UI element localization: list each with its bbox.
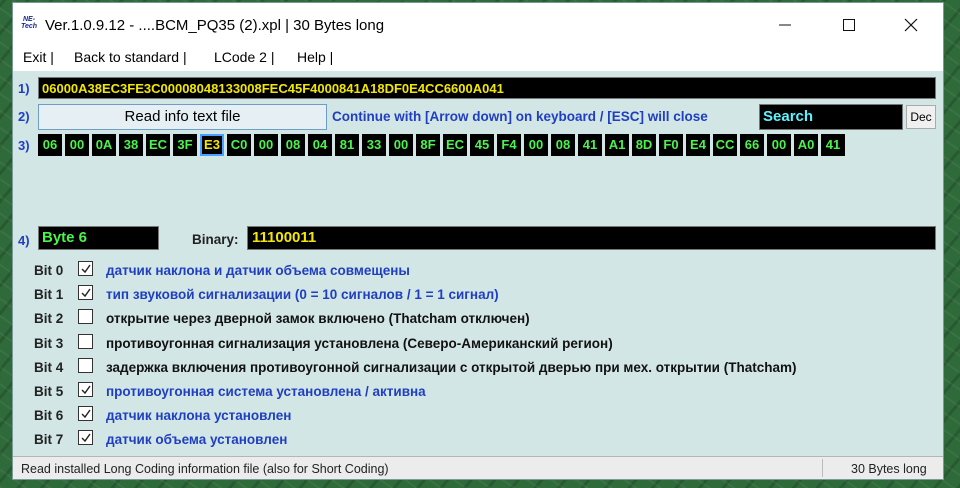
minimize-icon bbox=[779, 24, 791, 26]
row-label-1: 1) bbox=[18, 81, 30, 96]
status-message: Read installed Long Coding information f… bbox=[21, 462, 389, 476]
byte-cell[interactable]: 00 bbox=[767, 134, 791, 156]
menu-lcode2[interactable]: LCode 2 | bbox=[214, 49, 274, 65]
bit-checkbox[interactable] bbox=[78, 285, 93, 301]
checkmark-icon bbox=[81, 264, 91, 274]
bit-label: Bit 1 bbox=[34, 287, 64, 303]
byte-number-field: Byte 6 bbox=[38, 226, 159, 250]
byte-cell[interactable]: 06 bbox=[38, 134, 62, 156]
app-logo-top-text: NE- bbox=[22, 16, 36, 23]
bit-description: датчик объема установлен bbox=[106, 432, 288, 448]
bit-label: Bit 4 bbox=[34, 359, 64, 375]
long-coding-field[interactable]: 06000A38EC3FE3C00008048133008FEC45F40008… bbox=[38, 77, 936, 99]
byte-cell[interactable]: 66 bbox=[740, 134, 764, 156]
checkmark-icon bbox=[81, 385, 91, 395]
binary-label: Binary: bbox=[192, 232, 239, 247]
byte-cell[interactable]: 81 bbox=[335, 134, 359, 156]
byte-cell[interactable]: 00 bbox=[65, 134, 89, 156]
bit-description: противоугонная сигнализация установлена … bbox=[106, 335, 613, 351]
bit-checkbox[interactable] bbox=[78, 430, 93, 446]
bit-label: Bit 3 bbox=[34, 335, 64, 351]
bit-label: Bit 0 bbox=[34, 263, 64, 278]
byte-cell[interactable]: 3F bbox=[173, 134, 197, 156]
byte-cell[interactable]: 33 bbox=[362, 134, 386, 156]
byte-cell[interactable]: C0 bbox=[227, 134, 251, 156]
window-title: Ver.1.0.9.12 - ....BCM_PQ35 (2).xpl | 30… bbox=[45, 17, 385, 34]
menu-bar: Exit | Back to standard | LCode 2 | Help… bbox=[13, 43, 943, 71]
dec-button[interactable]: Dec bbox=[906, 105, 936, 129]
byte-cell[interactable]: 41 bbox=[821, 134, 845, 156]
bit-description: открытие через дверной замок включено (T… bbox=[106, 311, 530, 327]
bit-description: датчик наклона установлен bbox=[106, 408, 292, 424]
bit-description: задержка включения противоугонной сигнал… bbox=[106, 359, 797, 375]
byte-cell[interactable]: 8F bbox=[416, 134, 440, 156]
byte-cell[interactable]: EC bbox=[146, 134, 170, 156]
close-icon bbox=[904, 18, 918, 32]
row-label-4: 4) bbox=[18, 233, 30, 248]
row-label-2: 2) bbox=[18, 109, 30, 124]
bit-checkbox[interactable] bbox=[78, 357, 93, 373]
byte-cell[interactable]: 0A bbox=[92, 134, 116, 156]
byte-cell[interactable]: 00 bbox=[389, 134, 413, 156]
maximize-button[interactable] bbox=[835, 13, 863, 37]
byte-cell[interactable]: A0 bbox=[794, 134, 818, 156]
bit-label: Bit 6 bbox=[34, 408, 64, 424]
byte-list: 06 00 0A 38 EC 3F E3 C0 00 08 04 81 33 00 8F EC 45 F4 00 08… bbox=[38, 134, 848, 160]
bit-label: Bit 7 bbox=[34, 432, 64, 448]
bit-description: тип звуковой сигнализации (0 = 10 сигнал… bbox=[106, 287, 499, 303]
bit-description: датчик наклона и датчик объема совмещены bbox=[106, 263, 410, 278]
byte-cell[interactable]: 08 bbox=[551, 134, 575, 156]
byte-cell[interactable]: EC bbox=[443, 134, 467, 156]
menu-help[interactable]: Help | bbox=[297, 49, 333, 65]
byte-cell[interactable]: 04 bbox=[308, 134, 332, 156]
byte-cell[interactable]: E4 bbox=[686, 134, 710, 156]
status-bar: Read installed Long Coding information f… bbox=[13, 456, 943, 479]
read-info-text-file-button[interactable]: Read info text file bbox=[38, 104, 327, 130]
checkmark-icon bbox=[81, 409, 91, 419]
bit-checkbox[interactable] bbox=[78, 309, 93, 325]
byte-cell[interactable]: E3 bbox=[200, 134, 224, 156]
status-byte-count: 30 Bytes long bbox=[851, 462, 927, 476]
app-logo-icon: NE- Tech bbox=[19, 16, 39, 32]
byte-cell[interactable]: CC bbox=[713, 134, 737, 156]
bit-checkbox[interactable] bbox=[78, 333, 93, 349]
minimize-button[interactable] bbox=[771, 13, 799, 37]
byte-cell[interactable]: 38 bbox=[119, 134, 143, 156]
menu-exit[interactable]: Exit | bbox=[23, 49, 54, 65]
app-logo-bottom-text: Tech bbox=[20, 23, 38, 30]
byte-cell[interactable]: 8D bbox=[632, 134, 656, 156]
bit-checkbox[interactable] bbox=[78, 261, 93, 276]
status-divider bbox=[822, 459, 823, 477]
byte-cell[interactable]: 00 bbox=[254, 134, 278, 156]
byte-cell[interactable]: 41 bbox=[578, 134, 602, 156]
checkmark-icon bbox=[81, 433, 91, 443]
bit-checkbox[interactable] bbox=[78, 406, 93, 422]
bit-label: Bit 5 bbox=[34, 384, 64, 399]
menu-back-to-standard[interactable]: Back to standard | bbox=[74, 49, 187, 65]
title-bar[interactable]: NE- Tech Ver.1.0.9.12 - ....BCM_PQ35 (2)… bbox=[13, 3, 943, 43]
maximize-icon bbox=[843, 19, 855, 31]
binary-value-field: 11100011 bbox=[247, 226, 936, 250]
byte-cell[interactable]: 45 bbox=[470, 134, 494, 156]
bit-label: Bit 2 bbox=[34, 311, 64, 327]
row-label-3: 3) bbox=[18, 138, 30, 153]
bit-description: противоугонная система установлена / акт… bbox=[106, 384, 426, 399]
byte-cell[interactable]: 08 bbox=[281, 134, 305, 156]
byte-cell[interactable]: F4 bbox=[497, 134, 521, 156]
keyboard-hint-text: Continue with [Arrow down] on keyboard /… bbox=[332, 109, 708, 124]
main-window: NE- Tech Ver.1.0.9.12 - ....BCM_PQ35 (2)… bbox=[12, 2, 944, 480]
close-button[interactable] bbox=[897, 13, 925, 37]
byte-cell[interactable]: F0 bbox=[659, 134, 683, 156]
bit-checkbox[interactable] bbox=[78, 382, 93, 397]
checkmark-icon bbox=[81, 288, 91, 298]
search-input[interactable]: Search bbox=[759, 104, 903, 130]
byte-cell[interactable]: 00 bbox=[524, 134, 548, 156]
byte-cell[interactable]: A1 bbox=[605, 134, 629, 156]
